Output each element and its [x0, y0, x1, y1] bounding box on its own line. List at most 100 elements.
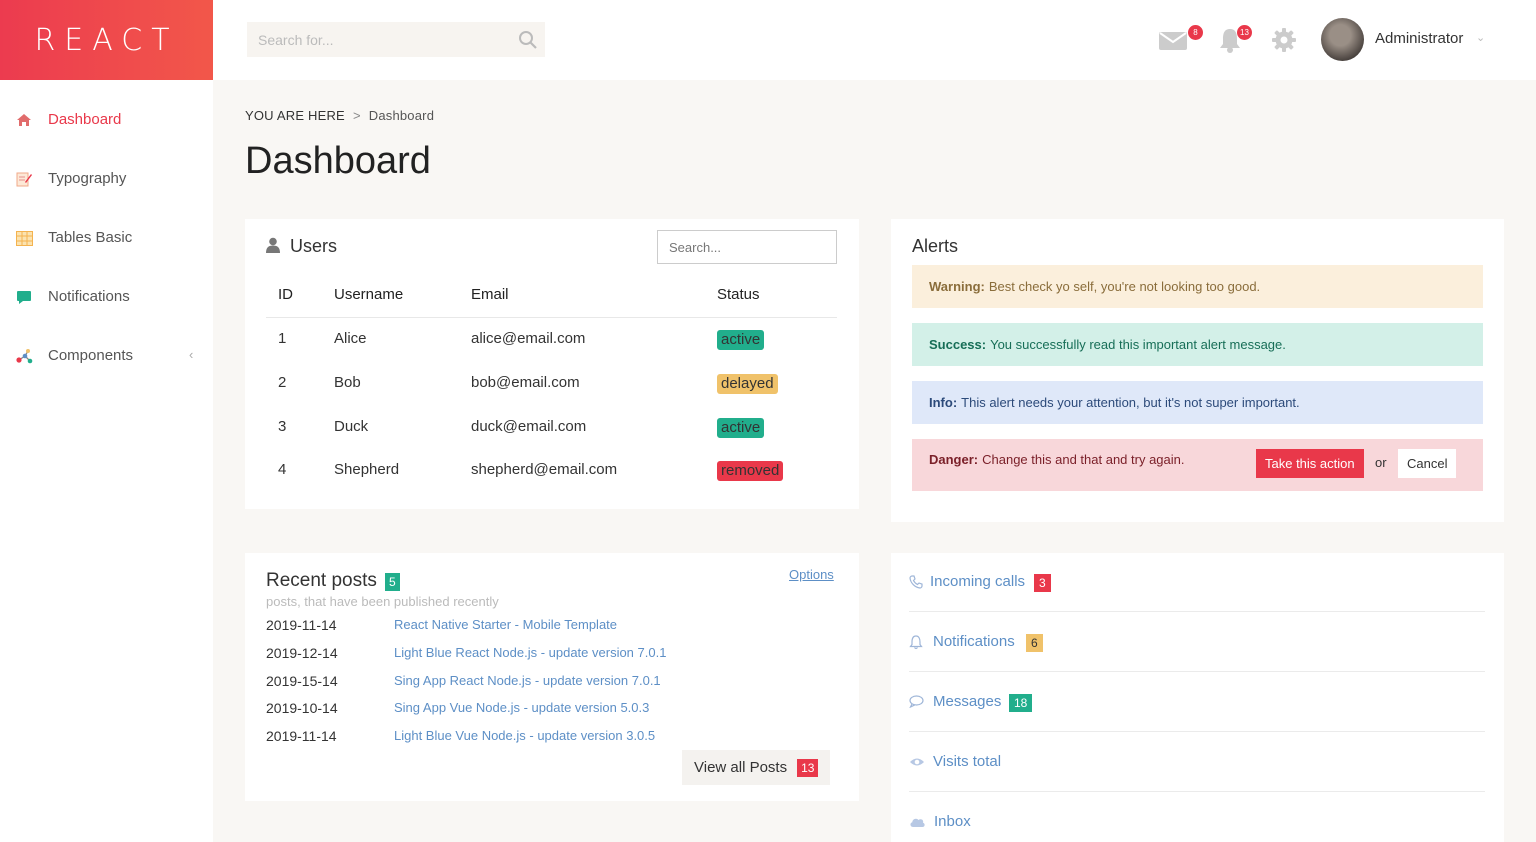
alert-text: This alert needs your attention, but it'… [961, 395, 1300, 410]
stat-label: Visits total [933, 753, 1002, 770]
stat-inbox[interactable]: Inbox [909, 793, 1485, 842]
take-action-button[interactable]: Take this action [1256, 449, 1364, 478]
cell-email: duck@email.com [471, 418, 587, 435]
table-row[interactable]: 1 Alice alice@email.com active [245, 320, 859, 360]
phone-icon [909, 575, 925, 591]
recent-posts-card: Recent posts 5 posts, that have been pub… [245, 553, 859, 801]
logo[interactable]: REACT [0, 0, 213, 80]
stat-notifications[interactable]: Notifications 6 [909, 613, 1485, 672]
breadcrumb-separator: > [352, 108, 361, 123]
search-icon[interactable] [518, 30, 538, 50]
status-badge: active [717, 330, 765, 350]
cell-id: 2 [278, 374, 287, 391]
breadcrumb-prefix: YOU ARE HERE [245, 108, 345, 123]
settings-button[interactable] [1271, 27, 1297, 53]
notification-count-badge: 13 [1237, 25, 1252, 40]
posts-count-badge: 5 [385, 573, 400, 591]
alert-label: Info: [929, 395, 958, 410]
cell-username: Shepherd [334, 461, 400, 478]
posts-subtitle: posts, that have been published recently [266, 594, 499, 609]
cancel-button[interactable]: Cancel [1398, 449, 1457, 478]
top-header: 8 13 Administrator ⌄ [213, 0, 1536, 80]
stat-count-badge: 6 [1026, 634, 1043, 652]
view-all-posts-button[interactable]: View all Posts 13 [682, 750, 831, 785]
post-date: 2019-11-14 [266, 728, 337, 744]
table-row[interactable]: 3 Duck duck@email.com active [245, 408, 859, 448]
sidebar-item-label: Notifications [48, 288, 130, 305]
post-link[interactable]: Light Blue Vue Node.js - update version … [394, 728, 655, 743]
options-link[interactable]: Options [789, 567, 834, 582]
table-row[interactable]: 4 Shepherd shepherd@email.com removed [245, 451, 859, 491]
chat-bubble-icon [15, 289, 33, 305]
post-date: 2019-12-14 [266, 645, 338, 661]
cell-email: alice@email.com [471, 330, 586, 347]
alert-text: Change this and that and try again. [982, 452, 1185, 467]
stat-label: Messages [933, 693, 1002, 710]
sidebar-item-label: Dashboard [48, 111, 122, 128]
column-header-username: Username [334, 286, 404, 303]
mail-button[interactable] [1159, 30, 1187, 50]
sidebar-item-dashboard[interactable]: Dashboard [0, 100, 213, 140]
chevron-down-icon[interactable]: ⌄ [1476, 31, 1485, 44]
alert-label: Success: [929, 337, 987, 352]
table-row[interactable]: 2 Bob bob@email.com delayed [245, 364, 859, 404]
view-all-label: View all Posts [694, 759, 788, 776]
users-search-input[interactable] [657, 230, 837, 264]
post-link[interactable]: Sing App React Node.js - update version … [394, 673, 661, 688]
alerts-card: Alerts Warning: Best check yo self, you'r… [891, 219, 1504, 522]
column-header-id: ID [278, 286, 293, 303]
cell-email: shepherd@email.com [471, 461, 618, 478]
list-item: 2019-12-14 Light Blue React Node.js - upd… [245, 641, 859, 665]
stat-visits-total[interactable]: Visits total [909, 733, 1485, 792]
post-date: 2019-15-14 [266, 673, 338, 689]
logo-text: REACT [34, 22, 179, 58]
status-badge: delayed [717, 374, 778, 394]
chevron-left-icon[interactable]: ‹ [189, 347, 193, 362]
sidebar-item-typography[interactable]: Typography [0, 159, 213, 199]
warning-alert: Warning: Best check yo self, you're not l… [912, 265, 1483, 308]
success-alert: Success: You successfully read this impor… [912, 323, 1483, 366]
cell-id: 1 [278, 330, 287, 347]
post-link[interactable]: Light Blue React Node.js - update versio… [394, 645, 666, 660]
alert-text: You successfully read this important ale… [990, 337, 1286, 352]
sidebar-item-notifications[interactable]: Notifications [0, 277, 213, 317]
alert-label: Warning: [929, 279, 985, 294]
eye-icon [909, 755, 925, 771]
bell-icon [1218, 29, 1242, 57]
user-name[interactable]: Administrator [1375, 30, 1463, 47]
cell-username: Duck [334, 418, 369, 435]
stats-card: Incoming calls 3 Notifications 6 Message… [891, 553, 1504, 842]
sidebar-item-label: Tables Basic [48, 229, 133, 246]
post-link[interactable]: Sing App Vue Node.js - update version 5.… [394, 700, 649, 715]
status-badge: removed [717, 461, 784, 481]
or-text: or [1375, 455, 1387, 470]
alert-text: Best check yo self, you're not looking t… [988, 279, 1261, 294]
breadcrumb-current: Dashboard [368, 108, 435, 123]
cell-username: Alice [334, 330, 367, 347]
sidebar-item-tables-basic[interactable]: Tables Basic [0, 218, 213, 258]
user-icon [266, 237, 280, 258]
stat-count-badge: 3 [1034, 574, 1051, 592]
sidebar-item-components[interactable]: Components ‹ [0, 336, 213, 376]
page-title: Dashboard [245, 140, 431, 182]
alerts-title: Alerts [912, 236, 959, 256]
stat-messages[interactable]: Messages 18 [909, 673, 1485, 732]
info-alert: Info: This alert needs your attention, bu… [912, 381, 1483, 424]
list-item: 2019-11-14 Light Blue Vue Node.js - updat… [245, 724, 859, 748]
search-input[interactable] [247, 22, 545, 57]
sidebar: Dashboard Typography Tables Basic Notifi… [0, 80, 213, 842]
users-title: Users [290, 236, 338, 256]
stat-label: Incoming calls [930, 573, 1026, 590]
stat-count-badge: 18 [1009, 694, 1033, 712]
users-card: Users ID Username Email Status 1 Alice a… [245, 219, 859, 509]
mail-icon [1159, 32, 1187, 54]
avatar[interactable] [1321, 18, 1364, 61]
stat-label: Notifications [933, 633, 1015, 650]
stat-incoming-calls[interactable]: Incoming calls 3 [909, 553, 1485, 612]
sidebar-item-label: Typography [48, 170, 127, 187]
post-link[interactable]: React Native Starter - Mobile Template [394, 617, 617, 632]
message-icon [909, 695, 925, 711]
components-icon [15, 348, 33, 364]
bell-icon [909, 635, 925, 651]
stat-label: Inbox [934, 813, 971, 830]
